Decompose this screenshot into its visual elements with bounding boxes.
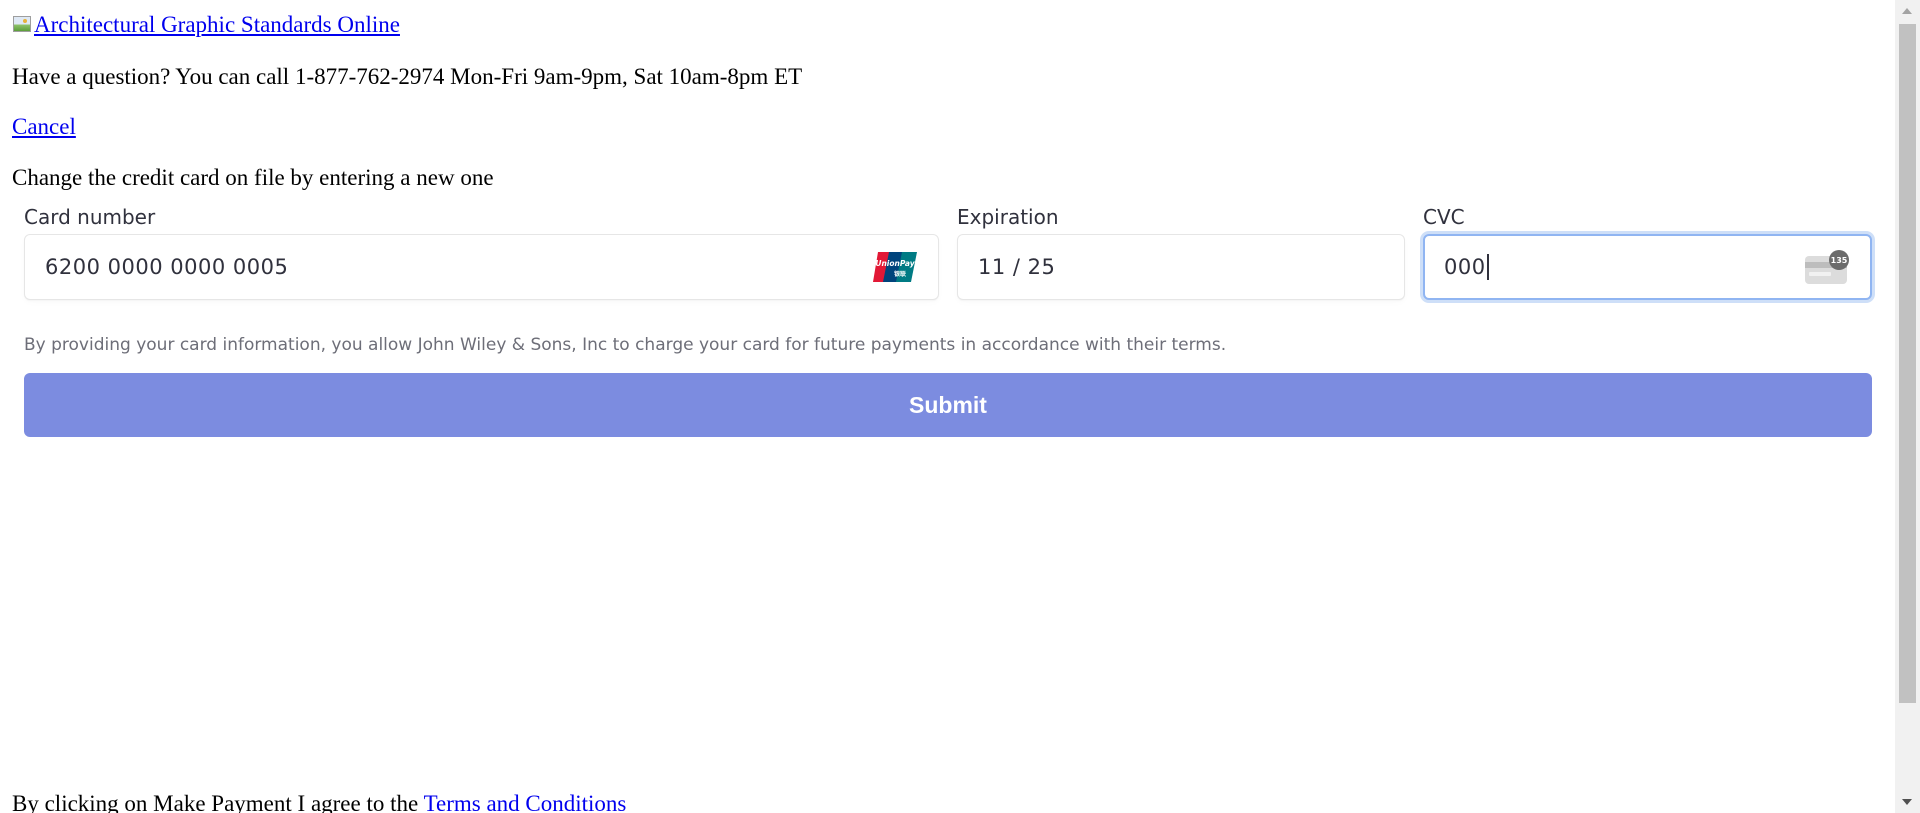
support-phone-text: Have a question? You can call 1-877-762-… bbox=[12, 64, 803, 89]
terms-agreement-text: By clicking on Make Payment I agree to t… bbox=[12, 790, 626, 813]
expiration-input[interactable]: 11 / 25 bbox=[957, 234, 1405, 300]
expiration-value: 11 / 25 bbox=[978, 255, 1056, 279]
card-number-field: Card number 6200 0000 0000 0005 UnionPay… bbox=[24, 200, 939, 300]
cvc-card-back-icon: 135 bbox=[1805, 250, 1849, 284]
card-number-input[interactable]: 6200 0000 0000 0005 UnionPay 银联 bbox=[24, 234, 939, 300]
scroll-up-icon[interactable] bbox=[1902, 8, 1912, 14]
cvc-field: CVC 000 135 bbox=[1423, 200, 1872, 300]
svg-text:银联: 银联 bbox=[894, 270, 906, 278]
cvc-icon-digits: 135 bbox=[1831, 256, 1848, 265]
unionpay-icon: UnionPay 银联 bbox=[873, 252, 917, 282]
cvc-input[interactable]: 000 135 bbox=[1423, 234, 1872, 300]
terms-agreement-prefix: By clicking on Make Payment I agree to t… bbox=[12, 791, 424, 813]
vertical-scrollbar[interactable] bbox=[1895, 0, 1920, 813]
page: Architectural Graphic Standards Online H… bbox=[0, 0, 1895, 813]
card-number-value: 6200 0000 0000 0005 bbox=[45, 255, 289, 279]
text-caret bbox=[1486, 254, 1489, 280]
logo-alt-text: Architectural Graphic Standards Online bbox=[34, 12, 400, 37]
submit-button[interactable]: Submit bbox=[24, 373, 1872, 437]
svg-text:UnionPay: UnionPay bbox=[875, 259, 915, 268]
instructions-text: Change the credit card on file by enteri… bbox=[12, 165, 494, 190]
expiration-field: Expiration 11 / 25 bbox=[957, 200, 1405, 300]
card-number-label: Card number bbox=[24, 205, 156, 229]
cvc-value: 000 bbox=[1444, 255, 1486, 279]
scrollbar-thumb[interactable] bbox=[1899, 24, 1916, 703]
expiration-label: Expiration bbox=[957, 205, 1059, 229]
terms-and-conditions-link[interactable]: Terms and Conditions bbox=[424, 791, 627, 813]
cvc-label: CVC bbox=[1423, 205, 1465, 229]
card-consent-text: By providing your card information, you … bbox=[24, 335, 1227, 355]
broken-image-icon bbox=[12, 14, 32, 36]
scroll-down-icon[interactable] bbox=[1902, 799, 1912, 805]
cancel-link[interactable]: Cancel bbox=[12, 113, 76, 141]
logo-link[interactable]: Architectural Graphic Standards Online bbox=[12, 11, 400, 39]
